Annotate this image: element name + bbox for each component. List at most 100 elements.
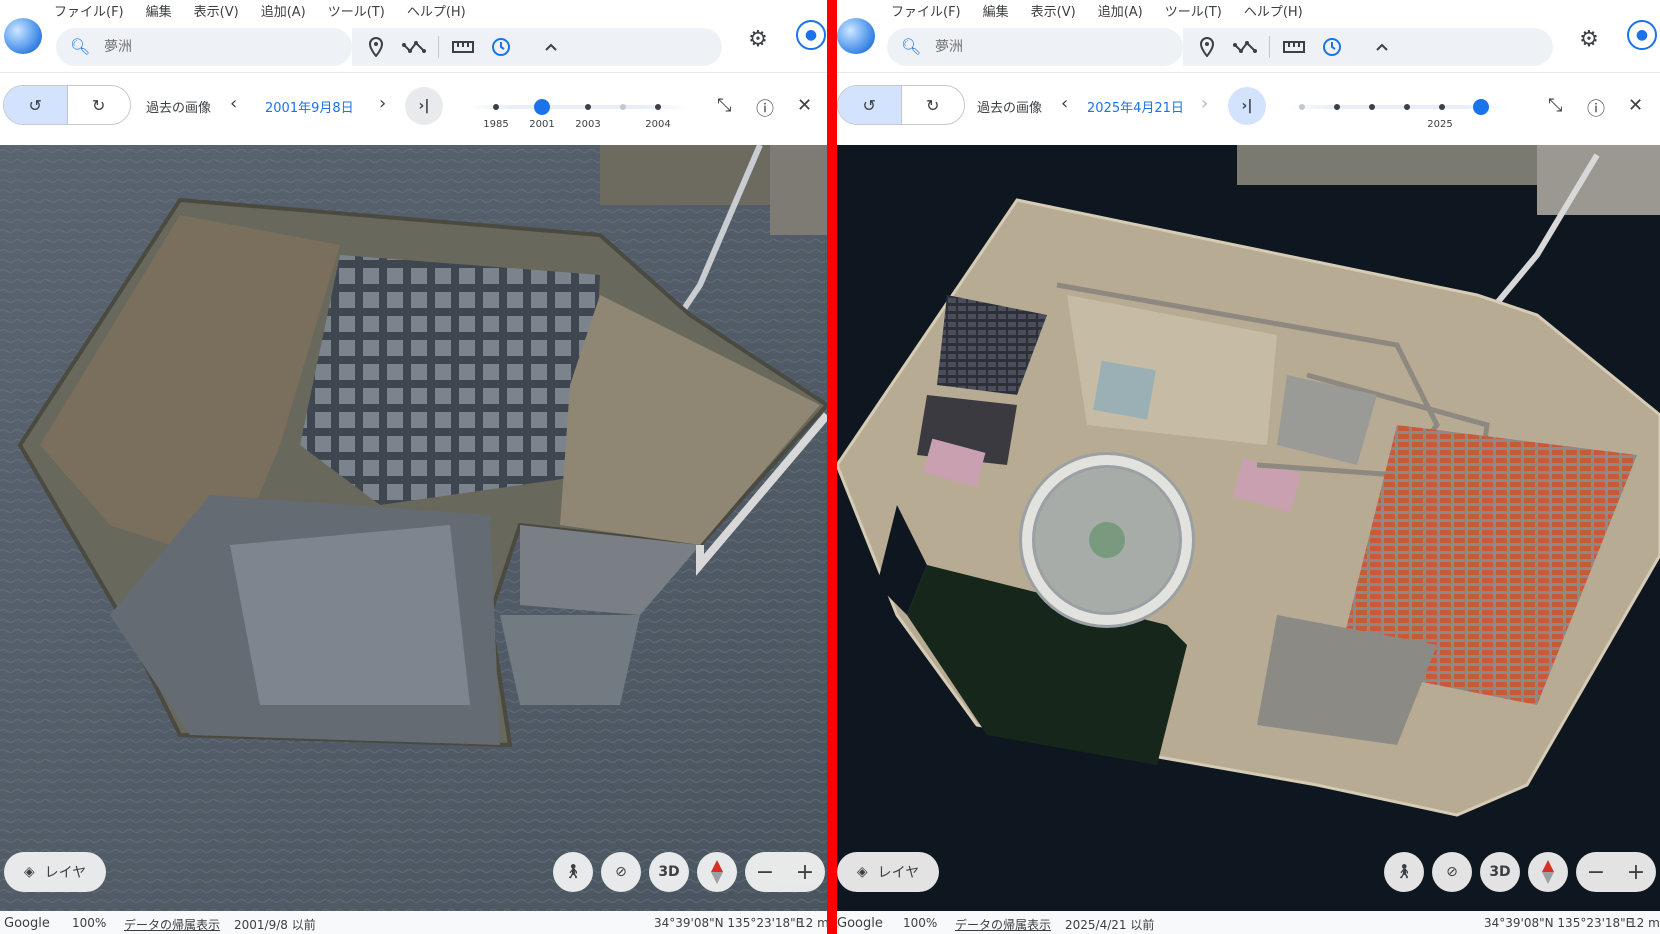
satellite-map-2001[interactable] xyxy=(0,145,827,911)
chevron-up-icon[interactable] xyxy=(1368,33,1396,61)
imagery-date[interactable]: 2025年4月21日 xyxy=(1087,97,1184,116)
search-input[interactable] xyxy=(935,39,1135,55)
menu-add[interactable]: 追加(A) xyxy=(1098,1,1143,20)
menu-file[interactable]: ファイル(F) xyxy=(891,1,961,20)
timeline-tick[interactable] xyxy=(1334,104,1340,110)
history-label: 過去の画像 xyxy=(146,101,212,116)
split-divider xyxy=(827,0,837,934)
current-mode-icon[interactable]: ↻ xyxy=(68,86,131,124)
gear-icon[interactable]: ⚙ xyxy=(1574,24,1604,54)
street-view-button[interactable]: 🚶︎ xyxy=(553,852,593,892)
coordinates: 34°39'08"N 135°23'18"E xyxy=(1484,916,1634,930)
altitude: 12 m xyxy=(1629,916,1660,930)
ruler-icon[interactable] xyxy=(449,33,477,61)
path-icon[interactable] xyxy=(400,33,428,61)
historical-imagery-icon[interactable] xyxy=(1318,33,1346,61)
timeline-tick[interactable] xyxy=(493,104,499,110)
reset-tilt-button[interactable]: ⊘ xyxy=(601,852,641,892)
menu-file[interactable]: ファイル(F) xyxy=(54,1,124,20)
chevron-up-icon[interactable] xyxy=(537,33,565,61)
satellite-map-2025[interactable] xyxy=(837,145,1660,911)
timeline-slider[interactable]: 2025 xyxy=(1289,97,1509,130)
menu-add[interactable]: 追加(A) xyxy=(261,1,306,20)
menu-bar: ファイル(F) 編集 表示(V) 追加(A) ツール(T) ヘルプ(H) xyxy=(0,0,488,20)
timeline-tick[interactable] xyxy=(655,104,661,110)
reset-tilt-button[interactable]: ⊘ xyxy=(1432,852,1472,892)
skip-to-latest-button[interactable]: ›| xyxy=(1228,87,1266,125)
layers-button[interactable]: ◈ レイヤ xyxy=(4,852,106,892)
layers-button[interactable]: ◈ レイヤ xyxy=(837,852,939,892)
imagery-mode-toggle[interactable]: ↺ ↻ xyxy=(3,85,131,125)
placemark-icon[interactable] xyxy=(362,33,390,61)
chevron-left-icon[interactable]: ‹ xyxy=(1061,93,1068,114)
attribution-link[interactable]: データの帰属表示 xyxy=(955,916,1051,933)
compass-button[interactable] xyxy=(697,852,737,892)
toolbar-separator xyxy=(438,36,439,58)
imagery-mode-toggle[interactable]: ↺ ↻ xyxy=(837,85,965,125)
timeline-handle[interactable] xyxy=(1473,99,1489,115)
help-icon[interactable]: ⓘ xyxy=(1587,95,1605,121)
skip-to-latest-button[interactable]: ›| xyxy=(405,87,443,125)
status-bar: Google 100% データの帰属表示 2025/4/21 以前 34°39'… xyxy=(837,911,1660,934)
zoom-out-button[interactable]: − xyxy=(1587,860,1605,885)
help-icon[interactable]: ⓘ xyxy=(756,95,774,121)
menu-help[interactable]: ヘルプ(H) xyxy=(407,1,466,20)
tilt-icon: ⊘ xyxy=(1446,864,1458,880)
historical-imagery-bar: ↺ ↻ 過去の画像 ‹ 2001年9月8日 › ›| 1985 2001 200… xyxy=(0,72,827,144)
menu-edit[interactable]: 編集 xyxy=(146,1,172,20)
3d-button[interactable]: 3D xyxy=(649,852,689,892)
menu-tools[interactable]: ツール(T) xyxy=(328,1,385,20)
timeline-tick[interactable] xyxy=(1439,104,1445,110)
path-icon[interactable] xyxy=(1231,33,1259,61)
3d-button[interactable]: 3D xyxy=(1480,852,1520,892)
status-bar: Google 100% データの帰属表示 2001/9/8 以前 34°39'0… xyxy=(0,911,827,934)
zoom-out-button[interactable]: − xyxy=(756,860,774,885)
menu-edit[interactable]: 編集 xyxy=(983,1,1009,20)
timeline-tick[interactable] xyxy=(1369,104,1375,110)
gear-icon[interactable]: ⚙ xyxy=(743,24,773,54)
timeline-tick[interactable] xyxy=(620,104,626,110)
zoom-in-button[interactable]: + xyxy=(796,860,814,885)
imagery-date[interactable]: 2001年9月8日 xyxy=(265,97,354,116)
attribution-link[interactable]: データの帰属表示 xyxy=(124,916,220,933)
account-icon[interactable]: ● xyxy=(1627,20,1657,50)
collapse-icon[interactable]: ⤡ xyxy=(717,95,731,116)
menu-tools[interactable]: ツール(T) xyxy=(1165,1,1222,20)
history-label: 過去の画像 xyxy=(977,101,1043,116)
altitude: 12 m xyxy=(798,916,827,930)
current-mode-icon[interactable]: ↻ xyxy=(902,86,965,124)
timeline-tick[interactable] xyxy=(1299,104,1305,110)
timeline-tick[interactable] xyxy=(585,104,591,110)
ruler-icon[interactable] xyxy=(1280,33,1308,61)
chevron-right-icon[interactable]: › xyxy=(1201,93,1208,114)
menu-help[interactable]: ヘルプ(H) xyxy=(1244,1,1303,20)
menu-view[interactable]: 表示(V) xyxy=(194,1,239,20)
collapse-icon[interactable]: ⤡ xyxy=(1548,95,1562,116)
3d-label: 3D xyxy=(658,864,680,880)
close-icon[interactable]: ✕ xyxy=(797,95,812,116)
timeline-handle[interactable] xyxy=(534,99,550,115)
split-screen-comparison: ファイル(F) 編集 表示(V) 追加(A) ツール(T) ヘルプ(H) 🔍︎ xyxy=(0,0,1660,934)
close-icon[interactable]: ✕ xyxy=(1628,95,1643,116)
placemark-icon[interactable] xyxy=(1193,33,1221,61)
zoom-in-button[interactable]: + xyxy=(1627,860,1645,885)
historical-mode-icon[interactable]: ↺ xyxy=(838,86,902,124)
chevron-left-icon[interactable]: ‹ xyxy=(230,93,237,114)
timeline-label: 2025 xyxy=(1427,119,1453,130)
3d-label: 3D xyxy=(1489,864,1511,880)
menu-view[interactable]: 表示(V) xyxy=(1031,1,1076,20)
zoom-percent: 100% xyxy=(903,916,938,930)
compass-icon xyxy=(711,860,723,884)
compass-button[interactable] xyxy=(1528,852,1568,892)
timeline-slider[interactable]: 1985 2001 2003 2004 xyxy=(468,97,688,130)
search-box[interactable]: 🔍︎ xyxy=(56,28,352,66)
account-icon[interactable]: ● xyxy=(796,20,826,50)
historical-imagery-icon[interactable] xyxy=(487,33,515,61)
chevron-right-icon[interactable]: › xyxy=(379,93,386,114)
historical-mode-icon[interactable]: ↺ xyxy=(4,86,68,124)
google-watermark: Google xyxy=(837,916,883,931)
search-box[interactable]: 🔍︎ xyxy=(887,28,1183,66)
search-input[interactable] xyxy=(104,39,304,55)
street-view-button[interactable]: 🚶︎ xyxy=(1384,852,1424,892)
timeline-tick[interactable] xyxy=(1404,104,1410,110)
